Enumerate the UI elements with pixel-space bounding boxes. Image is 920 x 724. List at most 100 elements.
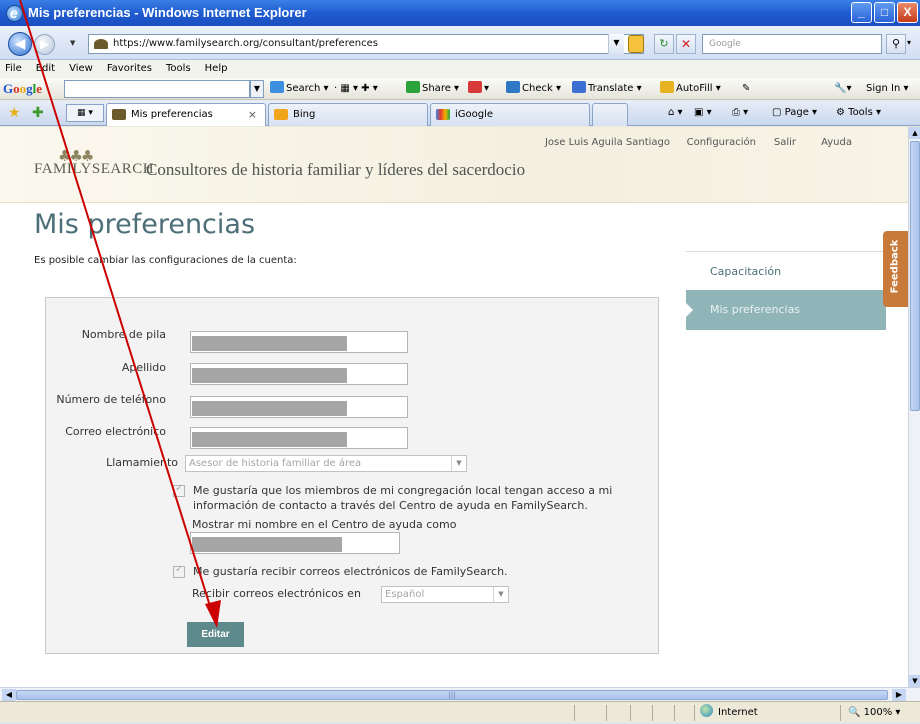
check-button[interactable]: Check ▾ bbox=[506, 78, 561, 100]
menu-edit[interactable]: Edit bbox=[33, 60, 58, 78]
address-input[interactable]: https://www.familysearch.org/consultant/… bbox=[88, 34, 644, 54]
google-search-input[interactable] bbox=[64, 80, 250, 98]
forward-button[interactable]: ▶ bbox=[34, 34, 55, 55]
redacted-value bbox=[192, 336, 347, 351]
menu-bar: File Edit View Favorites Tools Help bbox=[0, 60, 920, 78]
scroll-up-icon[interactable]: ▲ bbox=[909, 127, 920, 139]
sidenav-item-capacitacion[interactable]: Capacitación bbox=[686, 252, 886, 290]
translate-icon bbox=[572, 81, 586, 93]
user-name-link[interactable]: Jose Luis Aguila Santiago bbox=[545, 137, 670, 148]
ayuda-link[interactable]: Ayuda bbox=[821, 137, 852, 148]
favorites-star-icon[interactable]: ★ bbox=[8, 105, 21, 121]
email-language-label: Recibir correos electrónicos en bbox=[192, 587, 361, 600]
redacted-value bbox=[192, 537, 342, 552]
share-button[interactable]: Share ▾ bbox=[406, 78, 459, 100]
tab-mis-preferencias[interactable]: Mis preferencias × bbox=[106, 103, 266, 126]
tab-bing[interactable]: Bing bbox=[268, 103, 428, 126]
sign-in-link[interactable]: Sign In ▾ bbox=[866, 78, 908, 100]
email-language-select[interactable]: Español ▼ bbox=[381, 586, 509, 603]
last-name-label: Apellido bbox=[121, 361, 166, 374]
vertical-scroll-thumb[interactable] bbox=[910, 141, 920, 411]
page-menu[interactable]: ▢ Page ▾ bbox=[772, 104, 817, 122]
wrench-icon[interactable]: 🔧▾ bbox=[834, 78, 851, 100]
status-bar: Internet 🔍 100% ▾ bbox=[0, 701, 920, 723]
edit-button[interactable]: Editar bbox=[187, 622, 244, 647]
redacted-value bbox=[192, 401, 347, 416]
page-title: Mis preferencias bbox=[34, 209, 256, 240]
tools-menu[interactable]: ⚙ Tools ▾ bbox=[836, 104, 881, 122]
web-page: ♣♣♣ FAMILYSEARCH Consultores de historia… bbox=[0, 127, 908, 687]
ie-window: Mis preferencias - Windows Internet Expl… bbox=[0, 0, 920, 723]
zoom-level[interactable]: 🔍 100% ▾ bbox=[848, 702, 900, 724]
toolbar-options-icon[interactable]: · ▦ ▾ ✚ ▾ bbox=[334, 78, 378, 100]
menu-favorites[interactable]: Favorites bbox=[104, 60, 155, 78]
scroll-left-icon[interactable]: ◀ bbox=[2, 689, 16, 701]
stop-icon[interactable]: ✕ bbox=[676, 34, 696, 54]
google-search-button[interactable]: Search ▾ bbox=[270, 78, 329, 100]
first-name-field[interactable] bbox=[190, 331, 408, 353]
display-name-field[interactable] bbox=[190, 532, 400, 554]
scroll-down-icon[interactable]: ▼ bbox=[909, 675, 920, 687]
translate-button[interactable]: Translate ▾ bbox=[572, 78, 642, 100]
salir-link[interactable]: Salir bbox=[774, 137, 796, 148]
igoogle-favicon-icon bbox=[436, 109, 450, 120]
configuracion-link[interactable]: Configuración bbox=[687, 137, 756, 148]
recent-pages-dropdown-icon[interactable]: ▼ bbox=[70, 39, 75, 47]
search-icon[interactable]: ⚲ bbox=[886, 34, 906, 54]
vertical-scrollbar[interactable]: ▲ ▼ bbox=[908, 127, 920, 687]
search-options-icon[interactable]: ▾ bbox=[907, 34, 920, 54]
print-icon[interactable]: ⎙ ▾ bbox=[732, 104, 748, 122]
new-tab-button[interactable] bbox=[592, 103, 628, 126]
minimize-button[interactable]: _ bbox=[851, 2, 872, 23]
email-opt-in-checkbox[interactable] bbox=[173, 564, 185, 578]
add-favorite-icon[interactable]: ✚ bbox=[32, 105, 44, 121]
refresh-icon[interactable]: ↻ bbox=[654, 34, 674, 54]
google-logo: Google bbox=[3, 81, 43, 96]
back-button[interactable]: ◀ bbox=[8, 32, 32, 56]
feedback-tab[interactable]: Feedback bbox=[883, 231, 908, 307]
window-controls: _ □ X bbox=[851, 2, 918, 23]
home-icon[interactable]: ⌂ ▾ bbox=[668, 104, 683, 122]
menu-file[interactable]: File bbox=[2, 60, 25, 78]
redacted-value bbox=[192, 432, 347, 447]
familysearch-logo[interactable]: FAMILYSEARCH bbox=[34, 161, 154, 178]
search-input[interactable]: Google bbox=[702, 34, 882, 54]
contact-access-text-1: Me gustaría que los miembros de mi congr… bbox=[193, 484, 613, 497]
feeds-icon[interactable]: ▣ ▾ bbox=[694, 104, 712, 122]
contact-access-checkbox[interactable] bbox=[173, 483, 185, 497]
scroll-right-icon[interactable]: ▶ bbox=[892, 689, 906, 701]
menu-tools[interactable]: Tools bbox=[163, 60, 194, 78]
quick-tabs-button[interactable]: ▦ ▾ bbox=[66, 104, 104, 122]
highlighter-icon[interactable]: ✎ bbox=[742, 78, 750, 100]
email-opt-in-text: Me gustaría recibir correos electrónicos… bbox=[193, 565, 508, 578]
sidenav-item-mis-preferencias[interactable]: Mis preferencias bbox=[686, 290, 886, 330]
email-field[interactable] bbox=[190, 427, 408, 449]
autofill-icon bbox=[660, 81, 674, 93]
horizontal-scrollbar[interactable]: ◀ ||| ▶ bbox=[0, 687, 920, 701]
familysearch-favicon-icon bbox=[112, 109, 126, 120]
tab-igoogle[interactable]: iGoogle bbox=[430, 103, 590, 126]
autofill-button[interactable]: AutoFill ▾ bbox=[660, 78, 721, 100]
address-dropdown-icon[interactable]: ▼ bbox=[608, 34, 624, 54]
menu-view[interactable]: View bbox=[66, 60, 96, 78]
calling-label: Llamamiento bbox=[106, 456, 178, 469]
first-name-label: Nombre de pila bbox=[81, 328, 166, 341]
close-tab-icon[interactable]: × bbox=[248, 104, 257, 125]
close-button[interactable]: X bbox=[897, 2, 918, 23]
horizontal-scroll-thumb[interactable]: ||| bbox=[16, 690, 888, 700]
window-title: Mis preferencias - Windows Internet Expl… bbox=[28, 5, 307, 20]
security-zone: Internet bbox=[700, 702, 758, 724]
menu-help[interactable]: Help bbox=[202, 60, 231, 78]
calling-select[interactable]: Asesor de historia familiar de área ▼ bbox=[185, 455, 467, 472]
globe-icon bbox=[700, 704, 713, 717]
chevron-down-icon: ▼ bbox=[451, 456, 466, 471]
phone-field[interactable] bbox=[190, 396, 408, 418]
maximize-button[interactable]: □ bbox=[874, 2, 895, 23]
lock-icon[interactable] bbox=[628, 35, 644, 53]
bing-favicon-icon bbox=[274, 109, 288, 120]
last-name-field[interactable] bbox=[190, 363, 408, 385]
address-row: ◀ ▶ ▼ https://www.familysearch.org/consu… bbox=[0, 26, 920, 60]
bookmarks-icon[interactable]: ▾ bbox=[468, 78, 489, 100]
display-name-label: Mostrar mi nombre en el Centro de ayuda … bbox=[192, 518, 457, 531]
google-search-dropdown-icon[interactable]: ▼ bbox=[250, 80, 264, 98]
